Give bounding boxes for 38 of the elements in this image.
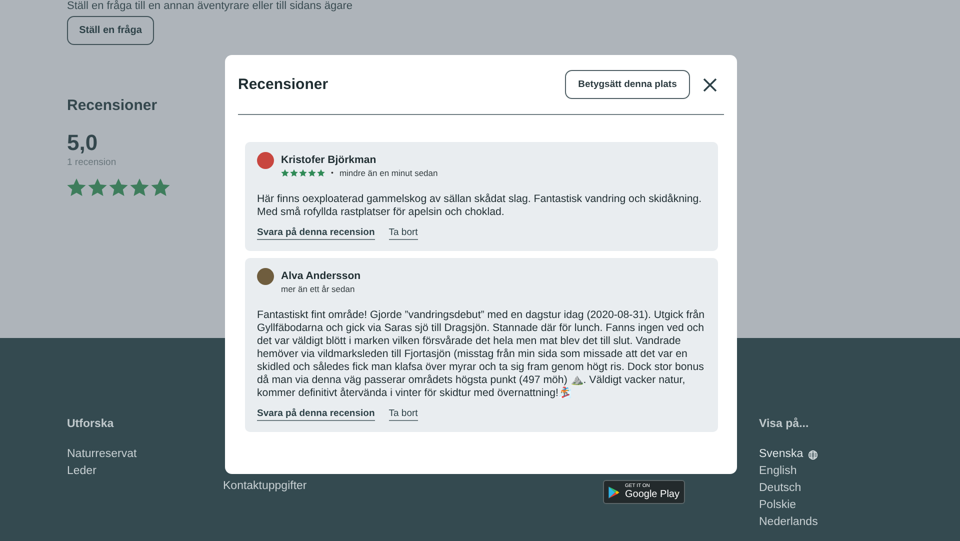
column-heading: Utforska [67,418,115,432]
language-link[interactable]: Svenska [759,446,818,463]
language-link[interactable]: Polskie [759,497,796,514]
avatar [257,152,274,169]
column-heading: Visa på... [759,418,810,432]
reviewer-name: Kristofer Björkman [281,153,378,167]
footer-link[interactable]: Leder [67,463,96,480]
play-triangle-icon [608,486,620,498]
language-link[interactable]: Nederlands [759,514,818,531]
star-icon [67,178,86,197]
badge-title: Google Play [625,489,680,501]
rate-place-button[interactable]: Betygsätt denna plats [565,70,690,99]
review-action-link[interactable]: Ta bort [388,408,418,421]
language-link[interactable]: Deutsch [759,480,802,497]
review-text: Fantastiskt fint område! Gjorde ”vandringsdebut” med en dagstur idag (2020-08-31). Utgick från Gyllfäbodarna och gick via Saras sjö till Dragsjön. Stannade där för lunch. Fanns ingen ved och det var väldigt blött i marken vilken försvårade det hela men mat blev det till slut. Vandrade hemöver via vildmarksleden till Fjortasjön (misstag från min sida som missade att det var en skidled och således fick man klafsa över myrar och ta sig fram genom högt ris. Dock stor bonus då man via denna väg passerar områdets högsta punkt (497 möh) ⛰. Väldigt vacker natur, kommer definitivt återvända i vinter för skidtur med övernattning!🏂 [257,309,706,400]
section-title: Recensioner [67,97,158,114]
globe-icon [808,450,818,460]
help-text: Ställ en fråga till en annan äventyrare eller till sidans ägare [67,0,354,14]
star-icon [109,178,128,197]
review-action-link[interactable]: Svara på denna recension [257,227,375,240]
review-time: mer än ett år sedan [281,284,355,294]
footer-link[interactable]: Naturreservat [67,446,137,463]
footer-link[interactable]: Kontaktuppgifter [223,478,307,495]
reviewer-name: Alva Andersson [281,269,361,283]
language-link[interactable]: English [759,463,797,480]
review-action-link[interactable]: Ta bort [388,227,418,240]
ask-question-button[interactable]: Ställ en fråga [67,16,154,45]
close-icon [703,78,717,92]
review-text: Här finns oexploaterad gammelskog av sällan skådat slag. Fantastisk vandring och skidåkning. Med små rofyllda rastplatser för apelsin och choklad. [257,193,703,219]
star-icon [88,178,107,197]
avatar [257,268,274,285]
review-time: mindre än en minut sedan [339,168,438,178]
star-icon [151,178,170,197]
star-icon [130,178,149,197]
dialog-title: Recensioner [238,76,330,93]
review-count: 1 recension [67,157,116,168]
review-action-link[interactable]: Svara på denna recension [257,408,375,421]
rating-score: 5,0 [67,130,99,156]
